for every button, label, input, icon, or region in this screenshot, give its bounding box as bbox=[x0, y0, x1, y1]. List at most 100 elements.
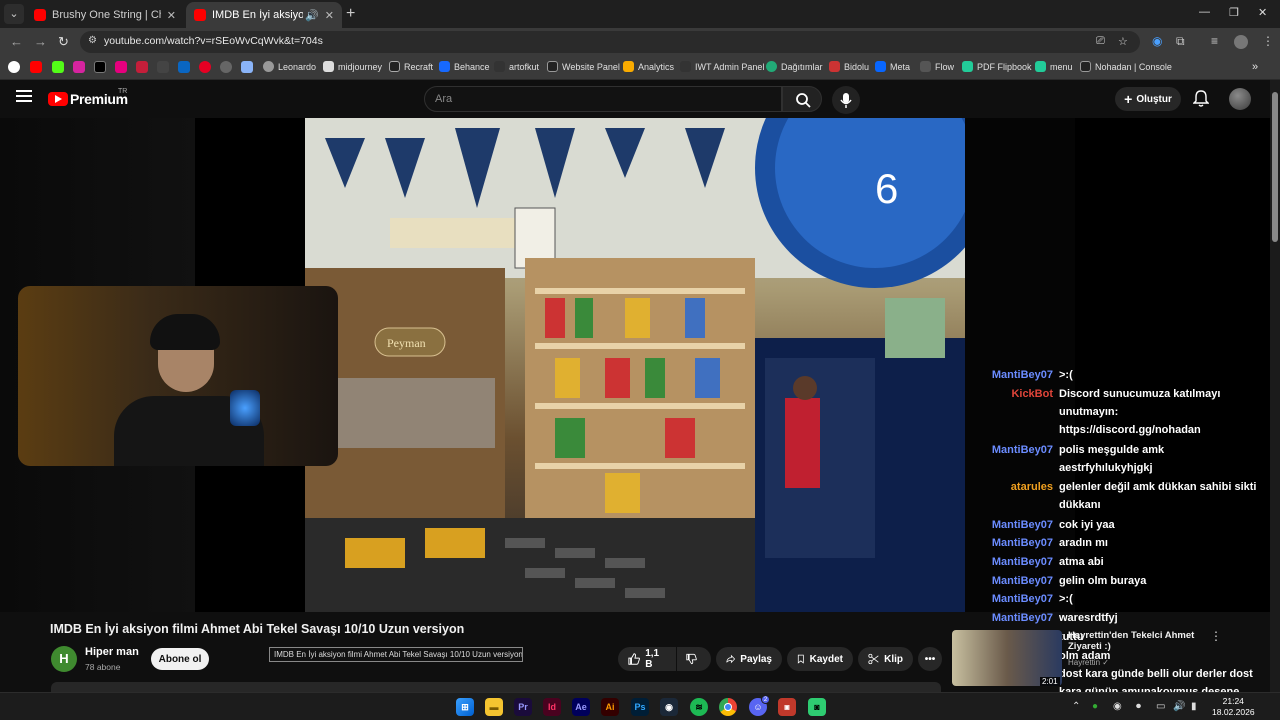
bookmark-website-panel[interactable]: Website Panel bbox=[547, 61, 620, 72]
more-actions-button[interactable]: ••• bbox=[918, 647, 942, 671]
close-icon[interactable]: ✕ bbox=[325, 9, 334, 22]
youtube-bookmark-icon[interactable] bbox=[30, 61, 42, 73]
more-bookmarks-icon[interactable]: » bbox=[1252, 61, 1258, 73]
gemini-bookmark-icon[interactable] bbox=[241, 61, 253, 73]
back-arrow-icon[interactable]: ← bbox=[10, 34, 23, 49]
channel-name[interactable]: Hiper man bbox=[85, 646, 139, 658]
subscribe-button[interactable]: Abone ol bbox=[151, 648, 209, 670]
new-tab-button[interactable]: + bbox=[346, 5, 355, 23]
bookmark-behance[interactable]: Behance bbox=[439, 61, 490, 72]
scrollbar-thumb[interactable] bbox=[1272, 92, 1278, 242]
close-icon[interactable]: ✕ bbox=[167, 9, 176, 22]
recommendation-duration: 2:01 bbox=[1040, 677, 1060, 686]
notification-bell-icon[interactable] bbox=[1193, 90, 1209, 108]
profile-avatar-icon[interactable] bbox=[1234, 35, 1248, 49]
close-window-button[interactable]: ✕ bbox=[1258, 6, 1267, 19]
spotify-icon[interactable]: ≋ bbox=[690, 698, 708, 716]
hamburger-menu-icon[interactable] bbox=[16, 90, 32, 102]
bookmark-flow[interactable]: Flow bbox=[920, 61, 954, 72]
instagram-bookmark-icon[interactable] bbox=[73, 61, 85, 73]
whatsapp-icon[interactable]: ◙ bbox=[808, 698, 826, 716]
chrome-icon[interactable] bbox=[719, 698, 737, 716]
bookmark-dagitimlar[interactable]: Dağıtımlar bbox=[766, 61, 823, 72]
bookmark-meta[interactable]: Meta bbox=[875, 61, 910, 72]
bookmark-icon[interactable] bbox=[220, 61, 232, 73]
taskbar-clock[interactable]: 21:24 18.02.2026 bbox=[1212, 696, 1255, 718]
windows-start-icon[interactable]: ⊞ bbox=[456, 698, 474, 716]
bookmark-artofkut[interactable]: artofkut bbox=[494, 61, 539, 72]
indesign-icon[interactable]: Id bbox=[543, 698, 561, 716]
volume-icon[interactable]: 🔊 bbox=[1173, 701, 1185, 712]
reading-list-icon[interactable]: ≡ bbox=[1211, 34, 1218, 48]
battery-icon[interactable]: ▮ bbox=[1191, 701, 1197, 712]
upwork-bookmark-icon[interactable] bbox=[157, 61, 169, 73]
create-button[interactable]: + Oluştur bbox=[1115, 87, 1181, 111]
extensions-puzzle-icon[interactable]: ⧉ bbox=[1176, 34, 1185, 49]
speaker-icon[interactable]: 🔊 bbox=[305, 9, 319, 22]
url-field[interactable]: ⚙ youtube.com/watch?v=rSEoWvCqWvk&t=704s… bbox=[80, 31, 1140, 53]
minimize-button[interactable]: — bbox=[1199, 6, 1210, 18]
extension-icon[interactable]: ◉ bbox=[1152, 34, 1162, 48]
kick-bookmark-icon[interactable] bbox=[52, 61, 64, 73]
bookmark-star-icon[interactable]: ☆ bbox=[1118, 35, 1128, 48]
chat-text: atma abi bbox=[1059, 556, 1104, 568]
network-icon[interactable]: ▭ bbox=[1156, 701, 1165, 712]
maximize-button[interactable]: ❐ bbox=[1229, 6, 1239, 19]
voice-search-button[interactable] bbox=[832, 86, 860, 114]
x-bookmark-icon[interactable] bbox=[94, 61, 106, 73]
bookmark-midjourney[interactable]: midjourney bbox=[323, 61, 382, 72]
clock-number: 6 bbox=[875, 165, 898, 212]
bookmark-pdf-flipbook[interactable]: PDF Flipbook bbox=[962, 61, 1032, 72]
bookmark-recraft[interactable]: Recraft bbox=[389, 61, 433, 72]
photoshop-icon[interactable]: Ps bbox=[631, 698, 649, 716]
description-box[interactable] bbox=[51, 682, 941, 692]
after-effects-icon[interactable]: Ae bbox=[572, 698, 590, 716]
tab-search-button[interactable]: ⌄ bbox=[4, 4, 24, 24]
bookmark-menu[interactable]: menu bbox=[1035, 61, 1073, 72]
premiere-icon[interactable]: Pr bbox=[514, 698, 532, 716]
youtube-logo-icon[interactable] bbox=[48, 92, 68, 106]
channel-avatar[interactable]: H bbox=[51, 646, 77, 672]
clip-button[interactable]: Klip bbox=[858, 647, 913, 671]
forward-arrow-icon[interactable]: → bbox=[34, 34, 47, 49]
chrome-bookmark-icon[interactable] bbox=[8, 61, 20, 73]
tab-brushy[interactable]: Brushy One String | Chicken in ✕ bbox=[26, 2, 184, 28]
account-avatar[interactable] bbox=[1229, 88, 1251, 110]
illustrator-icon[interactable]: Ai bbox=[601, 698, 619, 716]
microphone-tray-icon[interactable]: ⏺ bbox=[1136, 701, 1141, 712]
steam-icon[interactable]: ◉ bbox=[660, 698, 678, 716]
pinterest-bookmark-icon[interactable] bbox=[199, 61, 211, 73]
tab-imdb-active[interactable]: IMDB En İyi aksiyon filmi Ah 🔊 ✕ bbox=[186, 2, 342, 28]
app-icon[interactable]: ▣ bbox=[778, 698, 796, 716]
menu-kebab-icon[interactable]: ⋮ bbox=[1262, 34, 1274, 48]
bookmark-iwt-admin[interactable]: IWT Admin Panel bbox=[680, 61, 764, 72]
bookmark-nohadan-console[interactable]: Nohadan | Console bbox=[1080, 61, 1172, 72]
search-input[interactable]: Ara bbox=[424, 86, 782, 112]
search-button[interactable] bbox=[782, 86, 822, 112]
share-button[interactable]: Paylaş bbox=[716, 647, 782, 671]
like-button[interactable]: 1,1 B bbox=[618, 647, 676, 671]
recommendation-title[interactable]: Hayrettin'den Tekelci Ahmet Ziyareti :) bbox=[1068, 630, 1198, 652]
file-explorer-icon[interactable]: ▬ bbox=[485, 698, 503, 716]
page-scrollbar[interactable] bbox=[1270, 80, 1280, 692]
site-info-icon[interactable]: ⚙ bbox=[88, 35, 97, 46]
dislike-button[interactable] bbox=[677, 647, 711, 671]
install-app-icon[interactable]: ⎚ bbox=[1096, 35, 1105, 48]
tab-label: IMDB En İyi aksiyon filmi Ah bbox=[212, 9, 304, 21]
tray-app-icon[interactable]: ● bbox=[1092, 701, 1098, 712]
bookmark-leonardo[interactable]: Leonardo bbox=[263, 61, 316, 72]
bookmark-icon[interactable] bbox=[115, 61, 127, 73]
linkedin-bookmark-icon[interactable] bbox=[178, 61, 190, 73]
bookmark-bidolu[interactable]: Bidolu bbox=[829, 61, 869, 72]
video-frame[interactable]: 6 Peyman bbox=[305, 118, 965, 612]
steam-tray-icon[interactable]: ◉ bbox=[1113, 701, 1122, 712]
bookmark-analytics[interactable]: Analytics bbox=[623, 61, 674, 72]
show-hidden-icons[interactable]: ⌃ bbox=[1072, 701, 1080, 712]
save-button[interactable]: Kaydet bbox=[787, 647, 853, 671]
reload-icon[interactable]: ↻ bbox=[58, 34, 69, 50]
bookmark-icon[interactable] bbox=[136, 61, 148, 73]
recommendation-channel[interactable]: Hayrettin ✓ bbox=[1068, 658, 1109, 667]
chat-username: atarules bbox=[1010, 481, 1053, 494]
scissors-icon bbox=[868, 653, 879, 665]
recommendation-menu-icon[interactable]: ⋮ bbox=[1210, 629, 1222, 643]
